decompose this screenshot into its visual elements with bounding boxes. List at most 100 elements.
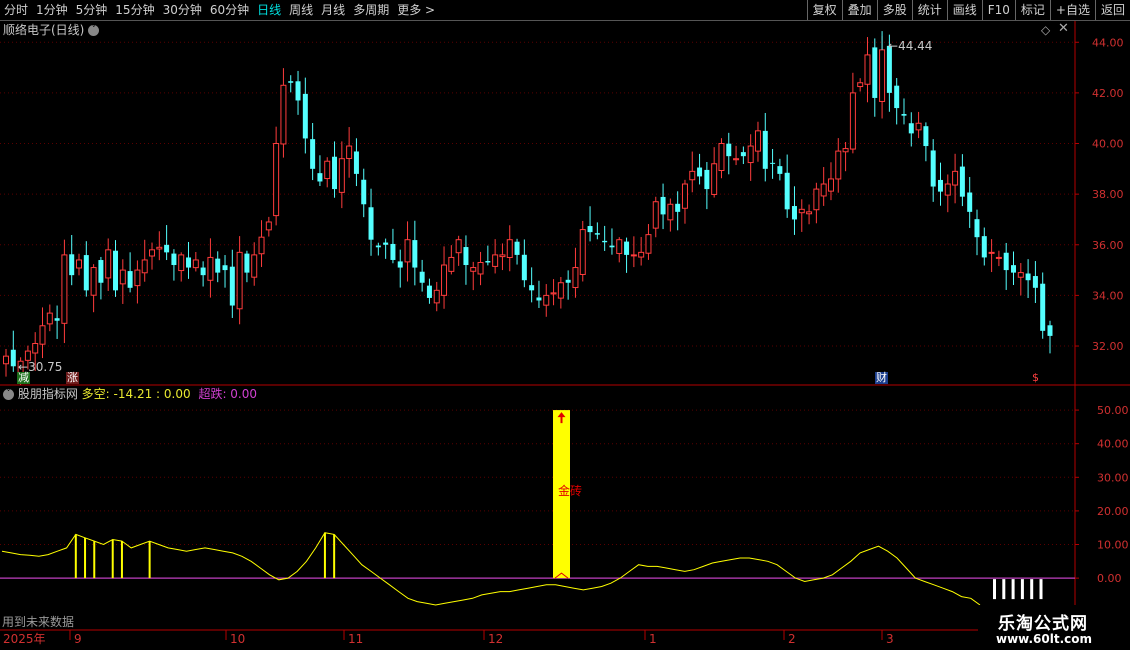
period-tab-2[interactable]: 5分钟 [72,0,112,20]
toolbar-button-0[interactable]: 复权 [806,0,842,20]
toolbar-button-8[interactable]: 返回 [1094,0,1130,20]
candle-body [105,249,112,279]
candle-body [499,254,506,258]
candle-body [842,148,849,153]
candle-body [265,221,272,231]
dollar-marker[interactable]: $ [1031,372,1040,384]
indicator-values: 多空: -14.21 : 0.00 [81,387,191,401]
candle-body [302,93,308,139]
candle-body [164,244,170,253]
period-tab-4[interactable]: 30分钟 [159,0,206,20]
candle-body [76,259,83,269]
candle-body [455,239,462,254]
time-tick-label: 9 [74,632,82,646]
candle-body [529,285,535,291]
candle-body [572,267,579,289]
candle-body [550,292,557,295]
candle-body [901,114,907,116]
candle-body [207,256,214,281]
finance-marker[interactable]: 财 [875,372,888,384]
white-signal-bar [1030,579,1034,600]
candle-body [1047,325,1053,336]
time-tick-label: 3 [886,632,894,646]
chevron-down-icon[interactable]: ˅ [3,389,14,400]
white-signal-bar [1020,579,1024,600]
period-tab-7[interactable]: 周线 [285,0,317,20]
candle-body [295,81,301,101]
candle-body [711,163,718,195]
candle-body [915,122,922,131]
indicator-tick-label: 50.00 [1097,404,1129,417]
period-tab-8[interactable]: 月线 [317,0,349,20]
candle-body [930,150,936,187]
candle-body [280,84,287,145]
candle-body [288,81,294,83]
indicator-tick-label: 40.00 [1097,438,1129,451]
candle-body [46,312,53,325]
candle-body [733,158,740,161]
candle-body [791,206,797,220]
toolbar-button-3[interactable]: 统计 [911,0,947,20]
candle-body [506,239,513,259]
candle-body [258,236,265,255]
period-tab-5[interactable]: 60分钟 [206,0,253,20]
candle-body [433,289,440,304]
toolbar-button-2[interactable]: 多股 [876,0,912,20]
candle-body [835,150,842,180]
toolbar-button-6[interactable]: 标记 [1014,0,1050,20]
rise-marker[interactable]: 涨 [66,372,79,384]
candle-body [244,253,250,273]
candle-body [675,203,681,212]
candle-body [974,219,980,238]
diamond-icon[interactable]: ◇ [1041,23,1050,37]
time-tick-label: 11 [348,632,363,646]
period-tab-9[interactable]: 多周期 [349,0,393,20]
candle-body [1017,272,1024,278]
logo-name: 乐淘公式网 [998,614,1088,634]
period-tab-10[interactable]: 更多 > [393,0,439,20]
chevron-down-icon[interactable]: ˅ [88,25,100,36]
price-tick-label: 34.00 [1092,289,1124,302]
candle-body [521,254,527,281]
candle-body [361,179,367,205]
candle-body [908,123,914,134]
close-icon[interactable]: ✕ [1058,22,1069,36]
candle-body [368,207,374,240]
period-tab-3[interactable]: 15分钟 [111,0,158,20]
candle-body [229,266,235,306]
candle-body [959,166,965,197]
candle-body [988,251,995,254]
candle-body [332,156,338,190]
stock-title: 顺络电子(日线) ˅ [3,23,100,37]
candle-body [448,256,455,272]
candle-body [141,259,148,274]
candle-body [536,297,542,301]
candle-body [200,267,206,276]
candle-body [754,130,761,152]
candle-body [24,350,31,361]
time-tick-label: 2025年 [3,632,46,646]
period-tab-0[interactable]: 分时 [0,0,32,20]
toolbar-button-7[interactable]: +自选 [1049,0,1095,20]
reduce-marker[interactable]: 减 [17,372,30,384]
candle-body [90,267,97,296]
candle-body [827,178,834,192]
candle-body [426,285,432,298]
candle-body [222,265,228,271]
toolbar-button-4[interactable]: 画线 [946,0,982,20]
candle-body [156,246,163,250]
candle-body [236,251,243,310]
period-tab-6[interactable]: 日线 [253,0,285,20]
candle-body [346,145,353,159]
period-tab-1[interactable]: 1分钟 [32,0,72,20]
chart-canvas[interactable]: 32.00 34.00 36.00 38.00 40.00 42.00 44.00 0.00 1… [0,21,1130,650]
candle-body [645,234,652,254]
candle-body [995,256,1002,259]
candle-body [1032,276,1038,288]
toolbar-button-5[interactable]: F10 [981,0,1015,20]
toolbar-button-1[interactable]: 叠加 [841,0,877,20]
candle-body [390,243,396,260]
candle-body [98,260,104,283]
candle-body [404,239,411,263]
candle-body [419,271,425,283]
